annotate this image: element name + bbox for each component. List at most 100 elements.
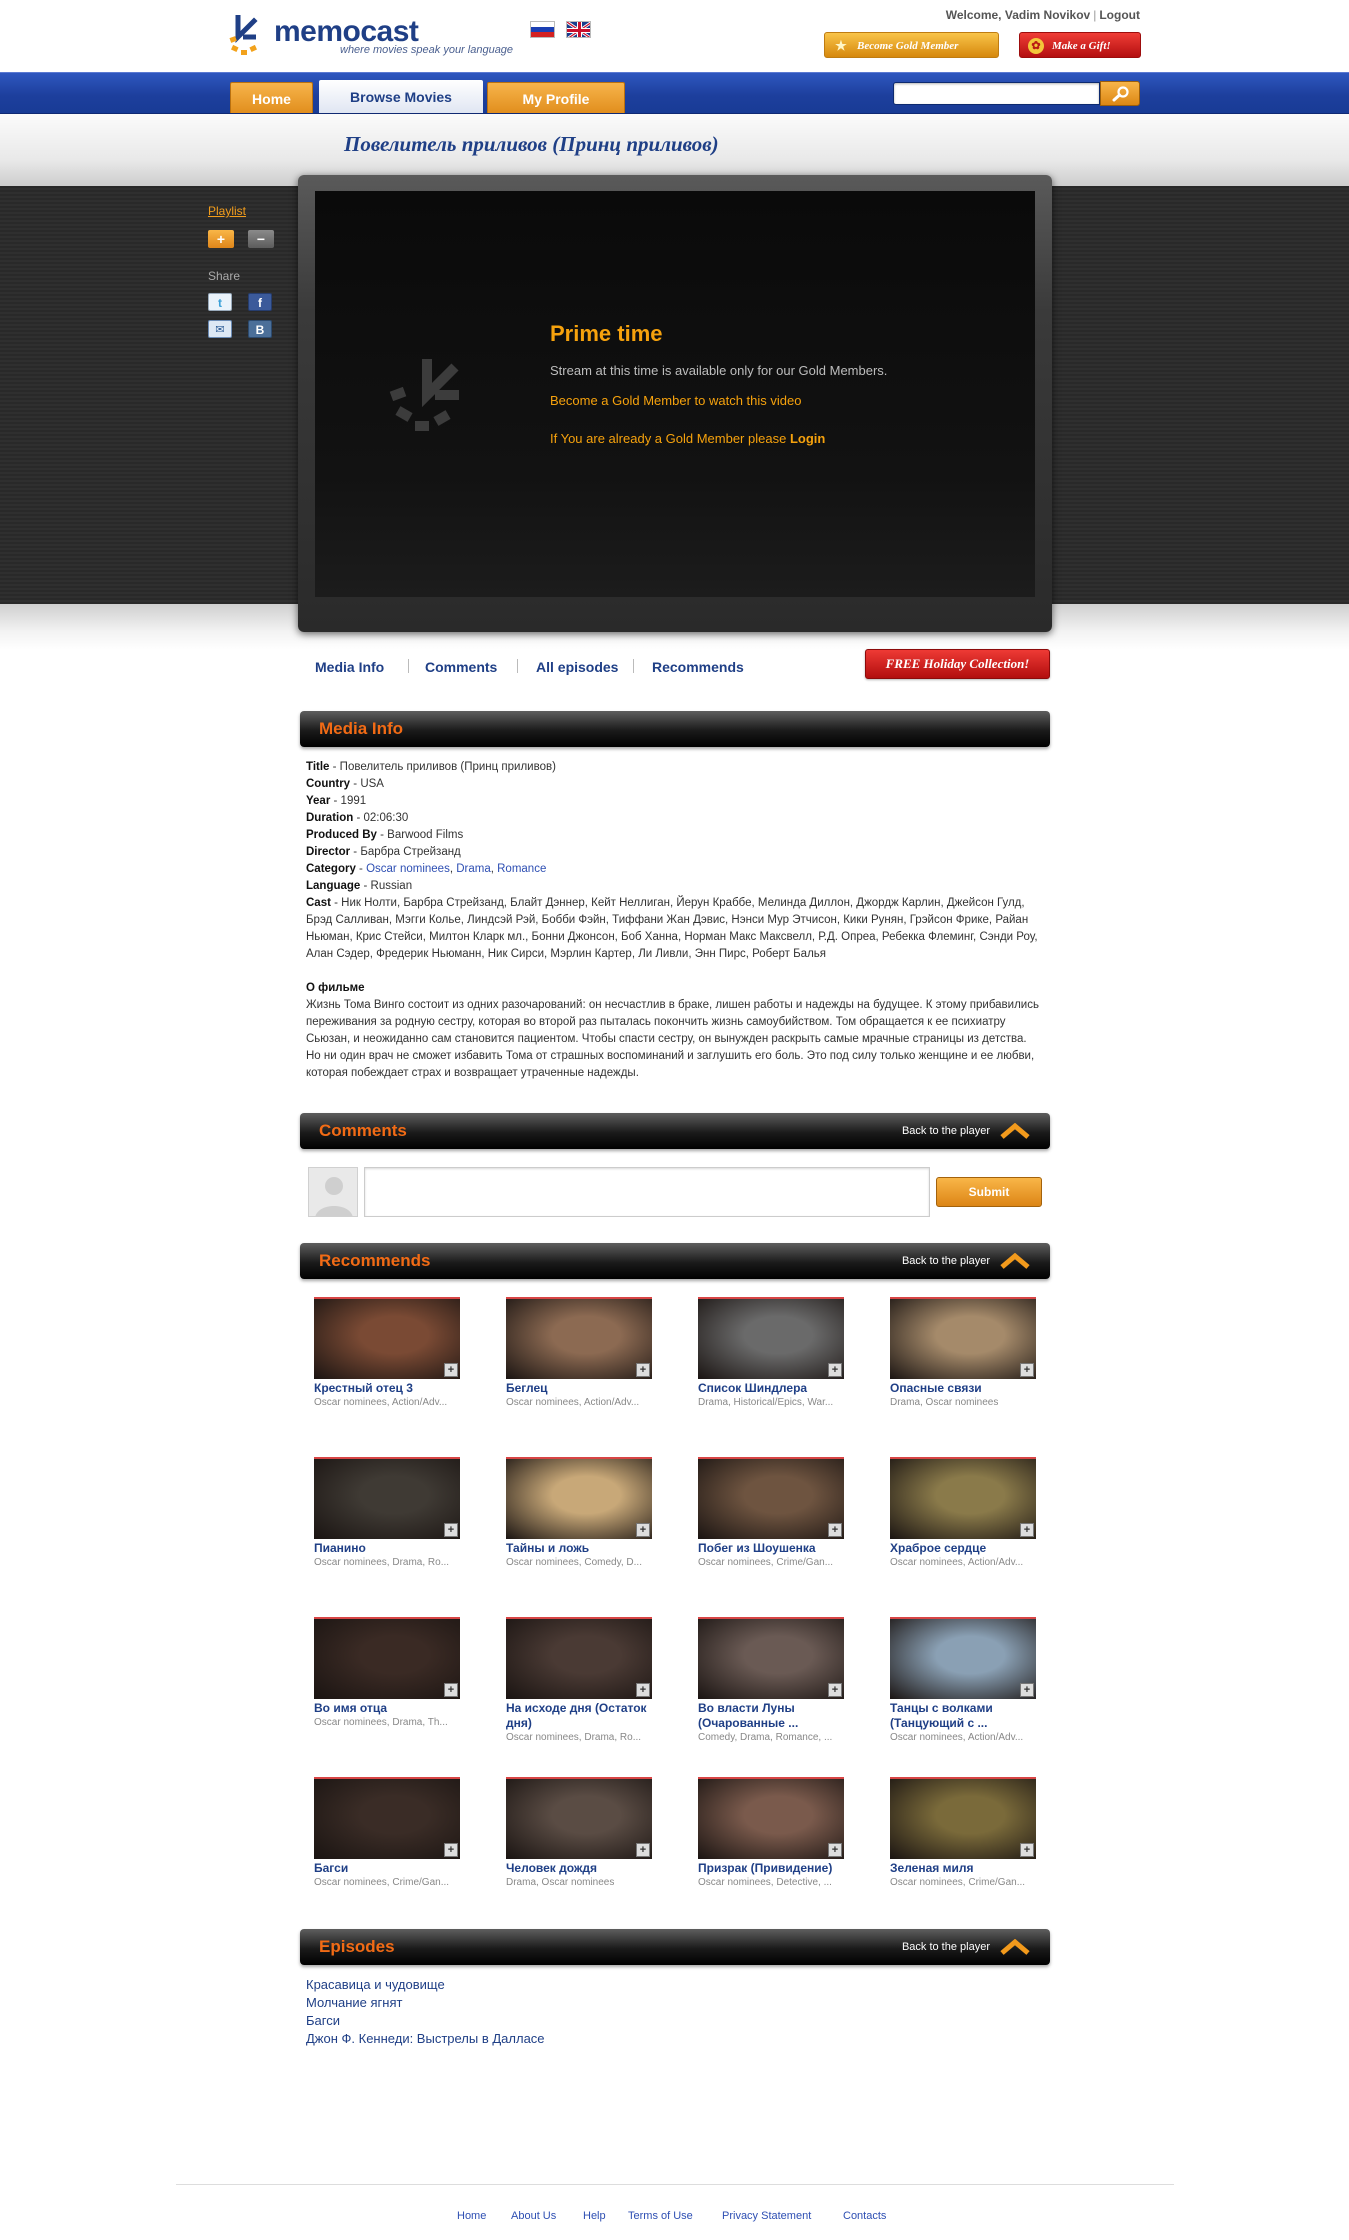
add-to-playlist-icon[interactable]: + [828, 1843, 842, 1857]
subtab-all-episodes[interactable]: All episodes [536, 659, 618, 675]
vkontakte-share-icon[interactable]: B [248, 320, 272, 338]
recommend-thumbnail[interactable]: + [314, 1457, 460, 1539]
recommend-item[interactable]: + Человек дождя Drama, Oscar nominees [506, 1777, 654, 1890]
add-to-playlist-icon[interactable]: + [828, 1523, 842, 1537]
recommend-title[interactable]: Зеленая миля [890, 1861, 1038, 1876]
recommend-thumbnail[interactable]: + [698, 1777, 844, 1859]
recommend-item[interactable]: + Опасные связи Drama, Oscar nominees [890, 1297, 1038, 1410]
add-to-playlist-icon[interactable]: + [1020, 1843, 1034, 1857]
recommend-thumbnail[interactable]: + [890, 1297, 1036, 1379]
footer-link-terms[interactable]: Terms of Use [628, 2210, 693, 2222]
facebook-share-icon[interactable]: f [248, 293, 272, 311]
recommend-title[interactable]: Список Шиндлера [698, 1381, 846, 1396]
recommend-thumbnail[interactable]: + [314, 1297, 460, 1379]
recommend-thumbnail[interactable]: + [698, 1297, 844, 1379]
recommend-title[interactable]: Тайны и ложь [506, 1541, 654, 1556]
back-to-player-link[interactable]: Back to the player [902, 1125, 990, 1137]
recommend-item[interactable]: + Во власти Луны (Очарованные ... Comedy, … [698, 1617, 846, 1745]
recommend-title[interactable]: Храброе сердце [890, 1541, 1038, 1556]
recommend-item[interactable]: + Храброе сердце Oscar nominees, Action/Ad… [890, 1457, 1038, 1570]
playlist-add-button[interactable]: + [208, 230, 234, 248]
playlist-link[interactable]: Playlist [208, 204, 246, 218]
chevron-up-icon[interactable] [1000, 1123, 1030, 1139]
recommend-item[interactable]: + Во имя отца Oscar nominees, Drama, Th... [314, 1617, 462, 1730]
add-to-playlist-icon[interactable]: + [444, 1843, 458, 1857]
back-to-player-link[interactable]: Back to the player [902, 1941, 990, 1953]
footer-link-home[interactable]: Home [457, 2210, 486, 2222]
chevron-up-icon[interactable] [1000, 1253, 1030, 1269]
english-flag-icon[interactable] [566, 21, 591, 38]
recommend-item[interactable]: + Список Шиндлера Drama, Historical/Epics,… [698, 1297, 846, 1410]
recommend-thumbnail[interactable]: + [890, 1457, 1036, 1539]
search-button[interactable] [1100, 81, 1140, 106]
category-link[interactable]: Romance [497, 863, 546, 875]
nav-tab-my-profile[interactable]: My Profile [487, 82, 625, 114]
recommend-title[interactable]: Беглец [506, 1381, 654, 1396]
nav-tab-home[interactable]: Home [230, 82, 313, 114]
episode-link[interactable]: Джон Ф. Кеннеди: Выстрелы в Далласе [306, 2030, 545, 2048]
playlist-remove-button[interactable]: − [248, 230, 274, 248]
footer-link-help[interactable]: Help [583, 2210, 606, 2222]
recommend-item[interactable]: + Зеленая миля Oscar nominees, Crime/Gan..… [890, 1777, 1038, 1890]
search-input[interactable] [893, 82, 1100, 105]
recommend-thumbnail[interactable]: + [506, 1617, 652, 1699]
add-to-playlist-icon[interactable]: + [444, 1363, 458, 1377]
nav-tab-browse-movies[interactable]: Browse Movies [319, 80, 483, 114]
make-a-gift-button[interactable]: ✿ Make a Gift! [1019, 32, 1141, 58]
recommend-thumbnail[interactable]: + [698, 1617, 844, 1699]
footer-link-privacy[interactable]: Privacy Statement [722, 2210, 811, 2222]
become-gold-member-link[interactable]: Become a Gold Member to watch this video [550, 393, 801, 408]
recommend-item[interactable]: + Пианино Oscar nominees, Drama, Ro... [314, 1457, 462, 1570]
add-to-playlist-icon[interactable]: + [828, 1683, 842, 1697]
add-to-playlist-icon[interactable]: + [636, 1683, 650, 1697]
recommend-thumbnail[interactable]: + [314, 1617, 460, 1699]
chevron-up-icon[interactable] [1000, 1939, 1030, 1955]
recommend-title[interactable]: Человек дождя [506, 1861, 654, 1876]
footer-link-contacts[interactable]: Contacts [843, 2210, 886, 2222]
add-to-playlist-icon[interactable]: + [636, 1523, 650, 1537]
add-to-playlist-icon[interactable]: + [1020, 1683, 1034, 1697]
recommend-thumbnail[interactable]: + [890, 1617, 1036, 1699]
recommend-title[interactable]: Во имя отца [314, 1701, 462, 1716]
submit-comment-button[interactable]: Submit [936, 1177, 1042, 1207]
email-share-icon[interactable]: ✉ [208, 320, 232, 338]
recommend-title[interactable]: Крестный отец 3 [314, 1381, 462, 1396]
recommend-title[interactable]: Опасные связи [890, 1381, 1038, 1396]
comment-textarea[interactable] [364, 1167, 930, 1217]
add-to-playlist-icon[interactable]: + [828, 1363, 842, 1377]
back-to-player-link[interactable]: Back to the player [902, 1255, 990, 1267]
recommend-thumbnail[interactable]: + [698, 1457, 844, 1539]
episode-link[interactable]: Красавица и чудовище [306, 1976, 545, 1994]
recommend-item[interactable]: + Танцы с волками (Танцующий с ... Oscar n… [890, 1617, 1038, 1745]
subtab-recommends[interactable]: Recommends [652, 659, 744, 675]
add-to-playlist-icon[interactable]: + [636, 1363, 650, 1377]
site-logo[interactable]: memocast where movies speak your languag… [228, 15, 528, 61]
recommend-item[interactable]: + Багси Oscar nominees, Crime/Gan... [314, 1777, 462, 1890]
category-link[interactable]: Oscar nominees [366, 863, 450, 875]
login-link[interactable]: Login [790, 431, 825, 446]
recommend-item[interactable]: + Призрак (Привидение) Oscar nominees, Det… [698, 1777, 846, 1890]
recommend-item[interactable]: + Побег из Шоушенка Oscar nominees, Crime/… [698, 1457, 846, 1570]
add-to-playlist-icon[interactable]: + [444, 1523, 458, 1537]
recommend-title[interactable]: Призрак (Привидение) [698, 1861, 846, 1876]
subtab-media-info[interactable]: Media Info [315, 659, 384, 675]
episode-link[interactable]: Молчание ягнят [306, 1994, 545, 2012]
recommend-item[interactable]: + Тайны и ложь Oscar nominees, Comedy, D..… [506, 1457, 654, 1570]
add-to-playlist-icon[interactable]: + [1020, 1363, 1034, 1377]
add-to-playlist-icon[interactable]: + [636, 1843, 650, 1857]
recommend-title[interactable]: Во власти Луны (Очарованные ... [698, 1701, 846, 1731]
become-gold-member-button[interactable]: ★ Become Gold Member [824, 32, 999, 58]
recommend-title[interactable]: Пианино [314, 1541, 462, 1556]
recommend-item[interactable]: + На исходе дня (Остаток дня) Oscar nomine… [506, 1617, 654, 1745]
footer-link-about[interactable]: About Us [511, 2210, 556, 2222]
add-to-playlist-icon[interactable]: + [1020, 1523, 1034, 1537]
recommend-title[interactable]: Багси [314, 1861, 462, 1876]
recommend-thumbnail[interactable]: + [890, 1777, 1036, 1859]
free-holiday-collection-button[interactable]: FREE Holiday Collection! [865, 649, 1050, 679]
russian-flag-icon[interactable] [530, 21, 555, 38]
twitter-share-icon[interactable]: t [208, 293, 232, 311]
subtab-comments[interactable]: Comments [425, 659, 497, 675]
recommend-thumbnail[interactable]: + [506, 1777, 652, 1859]
recommend-title[interactable]: На исходе дня (Остаток дня) [506, 1701, 654, 1731]
recommend-thumbnail[interactable]: + [314, 1777, 460, 1859]
